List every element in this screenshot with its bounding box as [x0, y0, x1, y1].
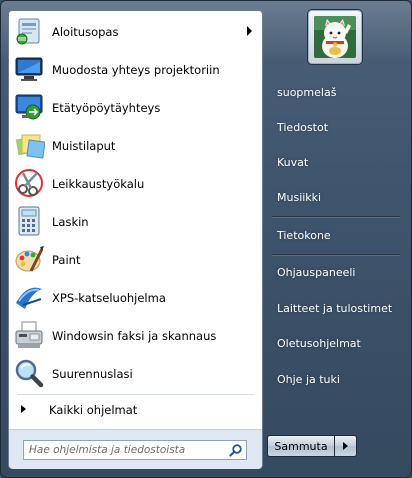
- place-computer[interactable]: Tietokone: [270, 224, 400, 248]
- search-area: [9, 429, 262, 469]
- magnifier-icon: [15, 359, 44, 388]
- program-item-magnifier[interactable]: Suurennuslasi: [9, 355, 262, 392]
- program-label: Windowsin faksi ja skannaus: [52, 328, 217, 343]
- place-user-folder[interactable]: suopmelaš: [270, 81, 400, 105]
- place-music[interactable]: Musiikki: [270, 186, 400, 210]
- snipping-tool-icon: [15, 169, 43, 197]
- place-label: suopmelaš: [277, 86, 337, 99]
- program-item-getting-started[interactable]: Aloitusopas: [9, 13, 262, 50]
- chevron-right-icon: [343, 442, 348, 450]
- place-label: Musiikki: [277, 191, 322, 204]
- paint-icon: [15, 246, 44, 272]
- search-box[interactable]: [23, 440, 247, 460]
- getting-started-icon: [16, 18, 40, 45]
- program-label: Suurennuslasi: [52, 366, 133, 381]
- fax-scan-icon: [15, 321, 43, 348]
- program-label: Laskin: [52, 214, 89, 229]
- shutdown-button[interactable]: Sammuta: [267, 435, 335, 457]
- shutdown-options-button[interactable]: [335, 435, 357, 457]
- place-devices-printers[interactable]: Laitteet ja tulostimet: [270, 297, 400, 321]
- program-item-calculator[interactable]: Laskin: [9, 203, 262, 240]
- place-label: Oletusohjelmat: [277, 337, 361, 350]
- program-label: Muistilaput: [52, 138, 116, 153]
- programs-panel: Aloitusopas Muodosta yhteys projektoriin: [8, 10, 263, 469]
- xps-viewer-icon: [16, 287, 42, 309]
- program-label: XPS-katseluohjelma: [52, 290, 166, 305]
- program-item-xps-viewer[interactable]: XPS-katseluohjelma: [9, 279, 262, 316]
- place-pictures[interactable]: Kuvat: [270, 151, 400, 175]
- all-programs-label: Kaikki ohjelmat: [49, 403, 138, 417]
- search-icon[interactable]: [229, 443, 243, 457]
- program-label: Leikkaustyökalu: [52, 176, 145, 191]
- program-label: Etätyöpöytäyhteys: [52, 100, 161, 115]
- program-item-fax-scan[interactable]: Windowsin faksi ja skannaus: [9, 317, 262, 354]
- divider: [272, 254, 400, 255]
- search-input[interactable]: [24, 441, 225, 459]
- place-label: Tiedostot: [277, 121, 329, 134]
- shutdown-label: Sammuta: [274, 440, 328, 453]
- sticky-notes-icon: [15, 134, 45, 159]
- program-label: Muodosta yhteys projektoriin: [52, 62, 220, 77]
- place-documents[interactable]: Tiedostot: [270, 116, 400, 140]
- place-label: Ohje ja tuki: [277, 373, 340, 386]
- program-item-snipping-tool[interactable]: Leikkaustyökalu: [9, 165, 262, 202]
- place-control-panel[interactable]: Ohjauspaneeli: [270, 261, 400, 285]
- lucky-cat-avatar-icon: [314, 16, 356, 58]
- program-item-sticky-notes[interactable]: Muistilaput: [9, 127, 262, 164]
- program-label: Paint: [52, 252, 81, 267]
- user-picture[interactable]: [307, 9, 363, 65]
- arrow-right-icon: [21, 405, 26, 413]
- divider: [272, 216, 400, 217]
- submenu-arrow-icon[interactable]: [247, 26, 252, 36]
- place-label: Tietokone: [277, 229, 331, 242]
- divider: [17, 394, 254, 395]
- remote-desktop-icon: [15, 94, 43, 120]
- place-label: Laitteet ja tulostimet: [277, 302, 393, 315]
- program-item-remote-desktop[interactable]: Etätyöpöytäyhteys: [9, 89, 262, 126]
- calculator-icon: [18, 206, 40, 236]
- place-label: Kuvat: [277, 156, 309, 169]
- place-label: Ohjauspaneeli: [277, 266, 356, 279]
- start-menu: Aloitusopas Muodosta yhteys projektoriin: [0, 0, 412, 478]
- projector-icon: [15, 57, 43, 81]
- program-item-projector[interactable]: Muodosta yhteys projektoriin: [9, 51, 262, 88]
- program-label: Aloitusopas: [52, 24, 119, 39]
- all-programs-item[interactable]: Kaikki ohjelmat: [9, 399, 262, 421]
- place-help-support[interactable]: Ohje ja tuki: [270, 368, 400, 392]
- program-item-paint[interactable]: Paint: [9, 241, 262, 278]
- place-default-programs[interactable]: Oletusohjelmat: [270, 332, 400, 356]
